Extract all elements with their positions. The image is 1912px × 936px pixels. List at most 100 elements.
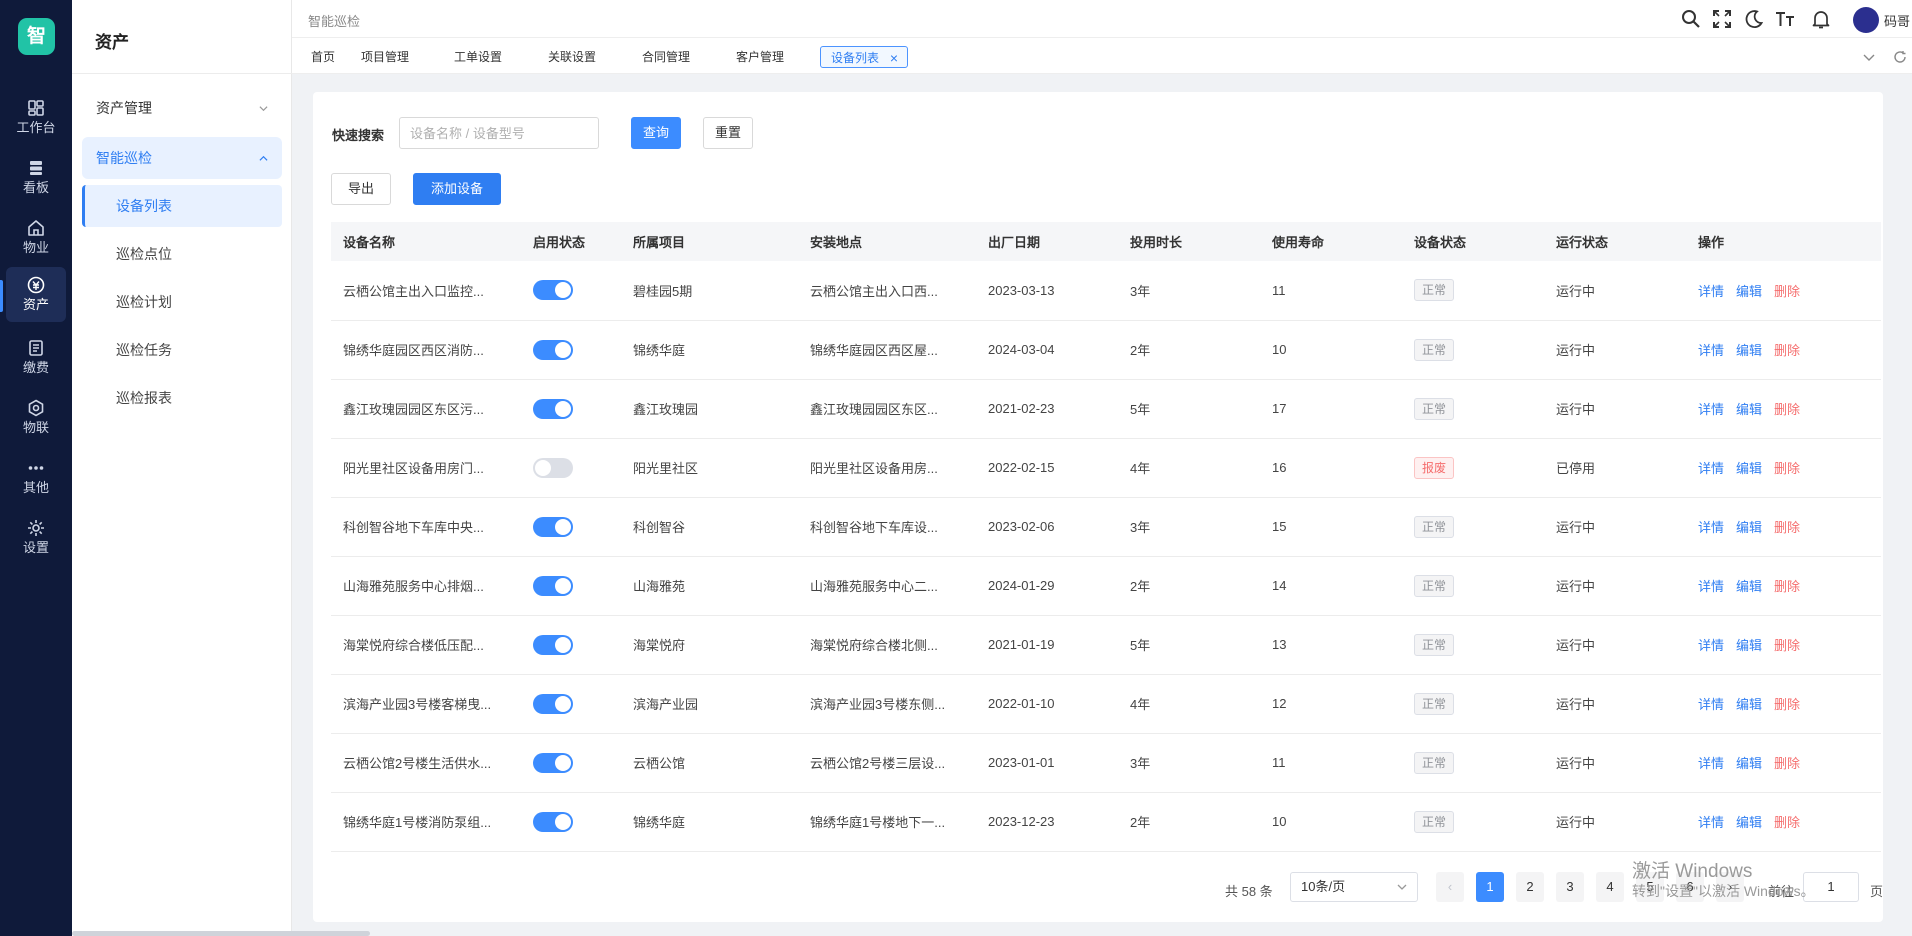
device-name-cell[interactable]: 锦绣华庭1号楼消防泵组... xyxy=(331,792,521,852)
delete-link[interactable]: 删除 xyxy=(1774,461,1800,476)
tab-customer-management[interactable]: 客户管理 xyxy=(726,46,794,68)
export-button[interactable]: 导出 xyxy=(331,173,391,205)
sidebar-item-device-list[interactable]: 设备列表 xyxy=(82,185,282,227)
device-name-cell[interactable]: 滨海产业园3号楼客梯曳... xyxy=(331,674,521,734)
page-button-3[interactable]: 3 xyxy=(1556,872,1584,902)
rail-item-workbench[interactable]: 工作台 xyxy=(6,90,66,145)
enable-toggle[interactable] xyxy=(533,516,573,537)
rail-active-indicator xyxy=(0,280,3,312)
device-name-cell[interactable]: 山海雅苑服务中心排烟... xyxy=(331,556,521,616)
bell-icon[interactable] xyxy=(1810,8,1832,30)
prev-page-button[interactable]: ‹ xyxy=(1436,872,1464,902)
tab-work-order-settings[interactable]: 工单设置 xyxy=(444,46,512,68)
detail-link[interactable]: 详情 xyxy=(1698,343,1724,358)
detail-link[interactable]: 详情 xyxy=(1698,579,1724,594)
delete-link[interactable]: 删除 xyxy=(1774,579,1800,594)
run-status-cell: 运行中 xyxy=(1544,497,1686,557)
tab-project-management[interactable]: 项目管理 xyxy=(351,46,419,68)
close-icon[interactable]: × xyxy=(890,47,898,69)
service-life-cell: 11 xyxy=(1260,733,1402,793)
sidebar-item-inspection-points[interactable]: 巡检点位 xyxy=(82,233,282,275)
avatar[interactable] xyxy=(1853,7,1879,33)
edit-link[interactable]: 编辑 xyxy=(1736,284,1762,299)
dark-mode-icon[interactable] xyxy=(1743,8,1765,30)
tab-home[interactable]: 首页 xyxy=(301,46,345,68)
user-name[interactable]: 码哥 xyxy=(1884,11,1910,30)
rail-item-payment[interactable]: 缴费 xyxy=(6,330,66,385)
delete-link[interactable]: 删除 xyxy=(1774,343,1800,358)
edit-link[interactable]: 编辑 xyxy=(1736,697,1762,712)
device-name-cell[interactable]: 鑫江玫瑰园园区东区污... xyxy=(331,379,521,439)
device-name-cell[interactable]: 海棠悦府综合楼低压配... xyxy=(331,615,521,675)
rail-item-property[interactable]: 物业 xyxy=(6,210,66,265)
enable-toggle[interactable] xyxy=(533,457,573,478)
font-size-icon[interactable] xyxy=(1774,8,1796,30)
detail-link[interactable]: 详情 xyxy=(1698,697,1724,712)
delete-link[interactable]: 删除 xyxy=(1774,402,1800,417)
delete-link[interactable]: 删除 xyxy=(1774,520,1800,535)
detail-link[interactable]: 详情 xyxy=(1698,756,1724,771)
enable-toggle[interactable] xyxy=(533,634,573,655)
reset-button[interactable]: 重置 xyxy=(703,117,753,149)
edit-link[interactable]: 编辑 xyxy=(1736,402,1762,417)
toggle-knob xyxy=(555,518,571,535)
delete-link[interactable]: 删除 xyxy=(1774,284,1800,299)
search-input[interactable] xyxy=(399,117,599,149)
detail-link[interactable]: 详情 xyxy=(1698,815,1724,830)
detail-link[interactable]: 详情 xyxy=(1698,638,1724,653)
device-name-cell[interactable]: 云栖公馆2号楼生活供水... xyxy=(331,733,521,793)
page-button-2[interactable]: 2 xyxy=(1516,872,1544,902)
rail-item-kanban[interactable]: 看板 xyxy=(6,150,66,205)
sidebar-group-asset-management[interactable]: 资产管理 xyxy=(82,87,282,129)
enable-toggle[interactable] xyxy=(533,575,573,596)
rail-item-iot[interactable]: 物联 xyxy=(6,390,66,445)
enable-toggle[interactable] xyxy=(533,398,573,419)
rail-item-asset[interactable]: 资产 xyxy=(6,267,66,322)
page-size-select[interactable]: 10条/页 xyxy=(1290,872,1418,902)
edit-link[interactable]: 编辑 xyxy=(1736,756,1762,771)
sidebar-group-smart-inspection[interactable]: 智能巡检 xyxy=(82,137,282,179)
fullscreen-icon[interactable] xyxy=(1711,8,1733,30)
delete-link[interactable]: 删除 xyxy=(1774,638,1800,653)
enable-toggle[interactable] xyxy=(533,752,573,773)
detail-link[interactable]: 详情 xyxy=(1698,520,1724,535)
device-name-cell[interactable]: 云栖公馆主出入口监控... xyxy=(331,261,521,321)
tab-association-settings[interactable]: 关联设置 xyxy=(538,46,606,68)
rail-item-other[interactable]: 其他 xyxy=(6,450,66,505)
edit-link[interactable]: 编辑 xyxy=(1736,461,1762,476)
page-button-4[interactable]: 4 xyxy=(1596,872,1624,902)
edit-link[interactable]: 编辑 xyxy=(1736,638,1762,653)
delete-link[interactable]: 删除 xyxy=(1774,756,1800,771)
detail-link[interactable]: 详情 xyxy=(1698,461,1724,476)
chevron-down-icon[interactable] xyxy=(1862,50,1876,64)
sidebar-item-inspection-plan[interactable]: 巡检计划 xyxy=(82,281,282,323)
rail-item-settings[interactable]: 设置 xyxy=(6,510,66,565)
tab-device-list[interactable]: 设备列表 × xyxy=(820,46,909,69)
enable-toggle[interactable] xyxy=(533,280,573,301)
enable-toggle[interactable] xyxy=(533,811,573,832)
add-device-button[interactable]: 添加设备 xyxy=(413,173,501,205)
refresh-icon[interactable] xyxy=(1893,50,1907,64)
page-button-1[interactable]: 1 xyxy=(1476,872,1504,902)
delete-link[interactable]: 删除 xyxy=(1774,697,1800,712)
edit-link[interactable]: 编辑 xyxy=(1736,343,1762,358)
query-button[interactable]: 查询 xyxy=(631,117,681,149)
search-icon[interactable] xyxy=(1680,8,1702,30)
toggle-knob xyxy=(555,695,571,712)
app-logo[interactable]: 智 xyxy=(18,18,55,55)
sidebar-item-inspection-task[interactable]: 巡检任务 xyxy=(82,329,282,371)
device-name-cell[interactable]: 锦绣华庭园区西区消防... xyxy=(331,320,521,380)
sidebar-item-inspection-report[interactable]: 巡检报表 xyxy=(82,377,282,419)
tab-contract-management[interactable]: 合同管理 xyxy=(632,46,700,68)
detail-link[interactable]: 详情 xyxy=(1698,402,1724,417)
enable-toggle[interactable] xyxy=(533,339,573,360)
edit-link[interactable]: 编辑 xyxy=(1736,815,1762,830)
horizontal-scrollbar[interactable] xyxy=(72,931,370,936)
device-name-cell[interactable]: 科创智谷地下车库中央... xyxy=(331,497,521,557)
device-name-cell[interactable]: 阳光里社区设备用房门... xyxy=(331,438,521,498)
edit-link[interactable]: 编辑 xyxy=(1736,520,1762,535)
enable-toggle[interactable] xyxy=(533,693,573,714)
detail-link[interactable]: 详情 xyxy=(1698,284,1724,299)
delete-link[interactable]: 删除 xyxy=(1774,815,1800,830)
edit-link[interactable]: 编辑 xyxy=(1736,579,1762,594)
